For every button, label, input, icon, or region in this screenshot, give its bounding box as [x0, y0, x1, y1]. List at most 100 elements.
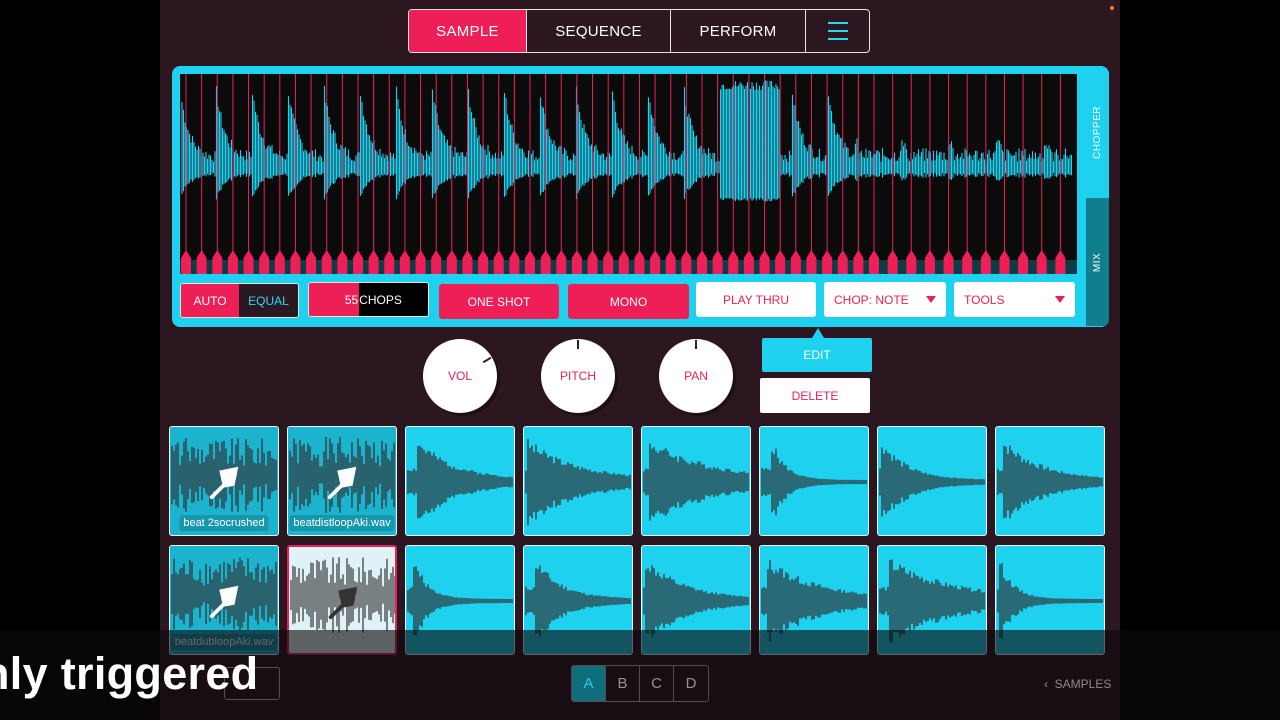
- chop-marker-handle[interactable]: [181, 250, 191, 274]
- pitch-knob[interactable]: PITCH: [541, 339, 615, 413]
- chop-marker-handle[interactable]: [399, 250, 410, 274]
- chop-marker-handle[interactable]: [603, 250, 614, 274]
- chop-marker-handle[interactable]: [887, 250, 898, 274]
- chop-marker-handle[interactable]: [290, 250, 301, 274]
- pad-waveform-path: [643, 565, 749, 637]
- sample-pad[interactable]: beatdistloopAki.wav: [287, 426, 397, 536]
- sample-pad[interactable]: [759, 426, 869, 536]
- chop-marker-handle[interactable]: [509, 250, 520, 274]
- vol-knob-label: VOL: [447, 369, 472, 383]
- bank-a-button[interactable]: A: [572, 666, 606, 701]
- sample-pad[interactable]: [877, 426, 987, 536]
- sample-pad[interactable]: [995, 426, 1105, 536]
- chops-count: 55 CHOPS: [308, 282, 429, 317]
- chop-marker-handle[interactable]: [478, 250, 489, 274]
- chop-marker-handle[interactable]: [906, 250, 917, 274]
- samples-link[interactable]: ‹ SAMPLES: [1044, 677, 1111, 691]
- chop-marker-handle[interactable]: [337, 250, 348, 274]
- edit-button[interactable]: EDIT: [762, 338, 872, 372]
- mono-button[interactable]: MONO: [568, 284, 689, 319]
- menu-button[interactable]: [806, 10, 869, 52]
- chop-marker-handle[interactable]: [853, 250, 864, 274]
- chop-marker-handle[interactable]: [775, 250, 786, 274]
- edit-pointer: [812, 328, 824, 338]
- tab-chopper[interactable]: CHOPPER: [1086, 72, 1109, 192]
- chop-marker-handle[interactable]: [759, 250, 770, 274]
- chop-marker-handle[interactable]: [493, 250, 504, 274]
- one-shot-button[interactable]: ONE SHOT: [439, 284, 559, 319]
- equal-button[interactable]: EQUAL: [239, 284, 298, 317]
- chop-marker-handle[interactable]: [587, 250, 598, 274]
- sample-pad[interactable]: beat 2socrushed: [169, 426, 279, 536]
- sample-pad[interactable]: [641, 426, 751, 536]
- chop-marker-handle[interactable]: [712, 250, 723, 274]
- chop-marker-handle[interactable]: [665, 250, 676, 274]
- chop-marker-handle[interactable]: [306, 250, 317, 274]
- chop-marker-handle[interactable]: [274, 250, 285, 274]
- chop-marker-handle[interactable]: [243, 250, 254, 274]
- bank-d-button[interactable]: D: [674, 666, 708, 701]
- tab-chopper-label: CHOPPER: [1092, 105, 1104, 159]
- play-thru-button[interactable]: PLAY THRU: [696, 282, 816, 317]
- chop-marker-handle[interactable]: [924, 250, 935, 274]
- pan-knob[interactable]: PAN: [659, 339, 733, 413]
- tab-sample[interactable]: SAMPLE: [409, 10, 527, 52]
- chop-marker-handle[interactable]: [618, 250, 629, 274]
- delete-button[interactable]: DELETE: [760, 378, 870, 413]
- chop-marker-handle[interactable]: [196, 250, 207, 274]
- chop-marker-handle[interactable]: [321, 250, 332, 274]
- chop-marker-handle[interactable]: [1018, 250, 1029, 274]
- chop-marker-handle[interactable]: [728, 250, 739, 274]
- chop-marker-handle[interactable]: [415, 250, 426, 274]
- chop-marker-handle[interactable]: [697, 250, 707, 274]
- cleaver-icon: [209, 585, 239, 619]
- tab-perform[interactable]: PERFORM: [671, 10, 806, 52]
- chop-marker-handle[interactable]: [227, 250, 238, 274]
- bank-b-button[interactable]: B: [606, 666, 640, 701]
- chop-marker-handle[interactable]: [837, 250, 848, 274]
- chop-marker-handle[interactable]: [869, 250, 879, 274]
- vol-knob[interactable]: VOL: [423, 339, 497, 413]
- chop-marker-handle[interactable]: [634, 250, 645, 274]
- chop-marker-handle[interactable]: [571, 250, 582, 274]
- pad-waveform: [643, 443, 749, 521]
- chop-marker-handle[interactable]: [999, 250, 1010, 274]
- tools-dropdown[interactable]: TOOLS: [954, 282, 1075, 317]
- chop-marker-handle[interactable]: [431, 250, 442, 274]
- sample-pad[interactable]: [523, 426, 633, 536]
- chop-marker-handle[interactable]: [212, 250, 223, 274]
- chop-marker-handle[interactable]: [462, 250, 473, 274]
- chop-marker-handle[interactable]: [681, 250, 692, 274]
- chop-marker-handle[interactable]: [822, 250, 833, 274]
- pad-waveform: [761, 448, 867, 516]
- chop-marker-handle[interactable]: [743, 250, 754, 274]
- tab-mix[interactable]: MIX: [1086, 198, 1109, 326]
- sample-pad[interactable]: [405, 426, 515, 536]
- chop-marker-handle[interactable]: [980, 250, 991, 274]
- chop-marker-handle[interactable]: [353, 250, 363, 274]
- tab-sequence[interactable]: SEQUENCE: [527, 10, 671, 52]
- chop-marker-handle[interactable]: [1055, 250, 1066, 274]
- waveform-display[interactable]: [180, 74, 1077, 274]
- chop-marker-handle[interactable]: [943, 250, 954, 274]
- chop-marker-handle[interactable]: [384, 250, 395, 274]
- chops-number[interactable]: 55: [309, 283, 360, 316]
- pad-name-label: beatdistloopAki.wav: [289, 515, 395, 531]
- tab-mix-label: MIX: [1092, 252, 1103, 272]
- auto-button[interactable]: AUTO: [181, 284, 239, 317]
- chop-marker-handle[interactable]: [556, 250, 567, 274]
- chop-marker-handle[interactable]: [540, 250, 551, 274]
- chop-marker-handle[interactable]: [446, 250, 457, 274]
- bank-c-button[interactable]: C: [640, 666, 674, 701]
- chop-marker-handle[interactable]: [962, 250, 973, 274]
- chop-marker-handle[interactable]: [806, 250, 817, 274]
- chop-marker-handle[interactable]: [650, 250, 661, 274]
- chop-marker-handle[interactable]: [259, 250, 270, 274]
- pad-waveform-path: [525, 565, 631, 637]
- chop-marker-handle[interactable]: [368, 250, 379, 274]
- chop-marker-handle[interactable]: [790, 250, 801, 274]
- pad-waveform-path: [879, 447, 985, 517]
- chop-note-dropdown[interactable]: CHOP: NOTE: [824, 282, 946, 317]
- chop-marker-handle[interactable]: [1036, 250, 1047, 274]
- chop-marker-handle[interactable]: [525, 250, 535, 274]
